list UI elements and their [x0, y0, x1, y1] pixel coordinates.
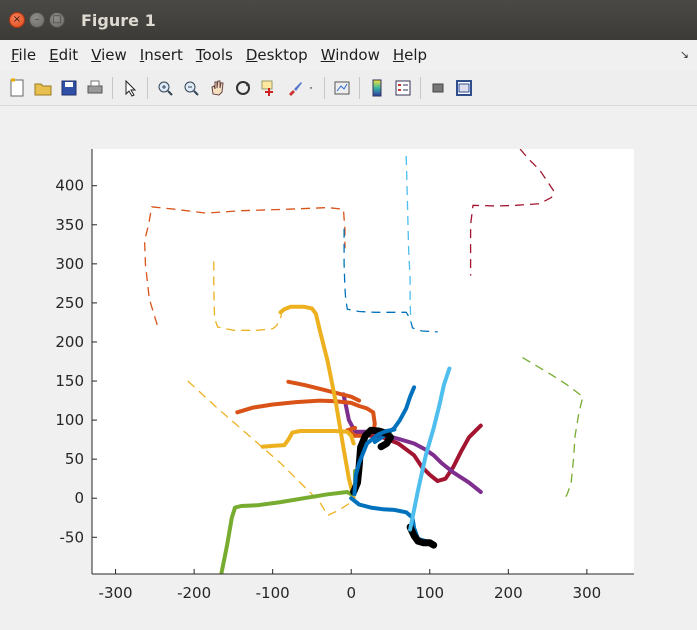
y-tick-label: 50: [65, 450, 84, 468]
minimize-icon: –: [34, 14, 40, 25]
y-tick-label: 150: [55, 372, 84, 390]
window-maximize-button[interactable]: □: [49, 12, 65, 28]
show-plot-tools-icon: [456, 79, 472, 96]
y-tick-label: 0: [74, 489, 84, 507]
menu-label-rest: ile: [18, 46, 37, 64]
window-minimize-button[interactable]: –: [29, 12, 45, 28]
data-cursor-icon: [261, 80, 273, 96]
y-tick-label: -50: [60, 528, 85, 546]
menu-mnemonic: H: [392, 46, 405, 64]
pan-icon: [211, 80, 224, 96]
hide-plot-tools-button[interactable]: [425, 75, 451, 101]
x-tick-label: -300: [99, 584, 133, 602]
colorbar-button[interactable]: [364, 75, 390, 101]
print-icon: [87, 80, 103, 93]
x-tick-label: -100: [256, 584, 290, 602]
zoom-in-button[interactable]: [152, 75, 178, 101]
dock-arrow-icon[interactable]: ↘: [680, 48, 689, 61]
menu-mnemonic: F: [11, 46, 19, 64]
rotate-3d-button[interactable]: [230, 75, 256, 101]
y-tick-label: 200: [55, 333, 84, 351]
menu-window[interactable]: Window: [321, 44, 380, 66]
menu-help[interactable]: Help: [393, 44, 427, 66]
menu-label-rest: nsert: [144, 46, 183, 64]
hide-plot-tools-icon: [432, 83, 444, 92]
toolbar-separator: [112, 76, 113, 99]
toolbar-separator: [324, 76, 325, 99]
brush-dropdown-button[interactable]: [308, 75, 320, 101]
axes-background[interactable]: [92, 149, 634, 574]
menu-insert[interactable]: Insert: [140, 44, 183, 66]
y-tick-label: 400: [55, 177, 84, 195]
window-close-button[interactable]: ×: [9, 12, 25, 28]
menu-label-rest: esktop: [257, 46, 308, 64]
menu-desktop[interactable]: Desktop: [246, 44, 308, 66]
menu-mnemonic: E: [49, 46, 59, 64]
y-tick-label: 350: [55, 216, 84, 234]
menu-mnemonic: W: [320, 46, 336, 64]
link-plot-button[interactable]: [329, 75, 355, 101]
x-tick-label: 0: [346, 584, 356, 602]
brush-dropdown-icon: [309, 86, 313, 89]
new-figure-icon: [10, 78, 24, 96]
menu-label-rest: indow: [335, 46, 380, 64]
print-button[interactable]: [82, 75, 108, 101]
menu-label-rest: elp: [404, 46, 428, 64]
menu-edit[interactable]: Edit: [49, 44, 78, 66]
menu-label-rest: iew: [101, 46, 127, 64]
window-title: Figure 1: [81, 10, 156, 30]
save-icon: [61, 80, 77, 95]
menu-label-rest: dit: [58, 46, 79, 64]
brush-icon: [289, 81, 302, 96]
open-file-icon: [34, 83, 52, 95]
menu-mnemonic: V: [91, 46, 102, 64]
legend-icon: [395, 80, 411, 95]
rotate-3d-icon: [236, 80, 250, 95]
y-tick-label: 300: [55, 255, 84, 273]
pointer-button[interactable]: [117, 75, 143, 101]
legend-button[interactable]: [390, 75, 416, 101]
y-tick-label: 250: [55, 294, 84, 312]
toolbar-separator: [359, 76, 360, 99]
menu-file[interactable]: File: [11, 44, 36, 66]
save-button[interactable]: [56, 75, 82, 101]
menu-label-rest: ools: [202, 46, 233, 64]
colorbar-icon: [372, 79, 382, 96]
x-tick-label: -200: [177, 584, 211, 602]
y-tick-label: 100: [55, 411, 84, 429]
window-titlebar: × – □ Figure 1: [0, 0, 697, 40]
new-figure-button[interactable]: [4, 75, 30, 101]
menu-mnemonic: D: [245, 46, 258, 64]
maximize-icon: □: [52, 14, 62, 25]
data-cursor-button[interactable]: [256, 75, 282, 101]
x-tick-label: 300: [573, 584, 602, 602]
brush-button[interactable]: [282, 75, 308, 101]
zoom-out-button[interactable]: [178, 75, 204, 101]
close-icon: ×: [12, 14, 22, 25]
menu-view[interactable]: View: [91, 44, 127, 66]
x-tick-label: 100: [415, 584, 444, 602]
menu-tools[interactable]: Tools: [196, 44, 233, 66]
x-tick-label: 200: [494, 584, 523, 602]
menu-bar: File Edit View Insert Tools Desktop Window Help…: [0, 40, 697, 70]
open-file-button[interactable]: [30, 75, 56, 101]
toolbar-separator: [147, 76, 148, 99]
zoom-in-icon: [158, 81, 173, 96]
zoom-out-icon: [184, 81, 199, 96]
pointer-icon: [125, 79, 137, 97]
pan-button[interactable]: [204, 75, 230, 101]
toolbar-separator: [420, 76, 421, 99]
figure-toolbar: [0, 70, 697, 106]
link-plot-icon: [334, 81, 350, 94]
figure-canvas: -300 -200 -100 0 100 200 300 -50 0 50 100 150 200 250…: [0, 107, 697, 630]
show-plot-tools-button[interactable]: [451, 75, 477, 101]
